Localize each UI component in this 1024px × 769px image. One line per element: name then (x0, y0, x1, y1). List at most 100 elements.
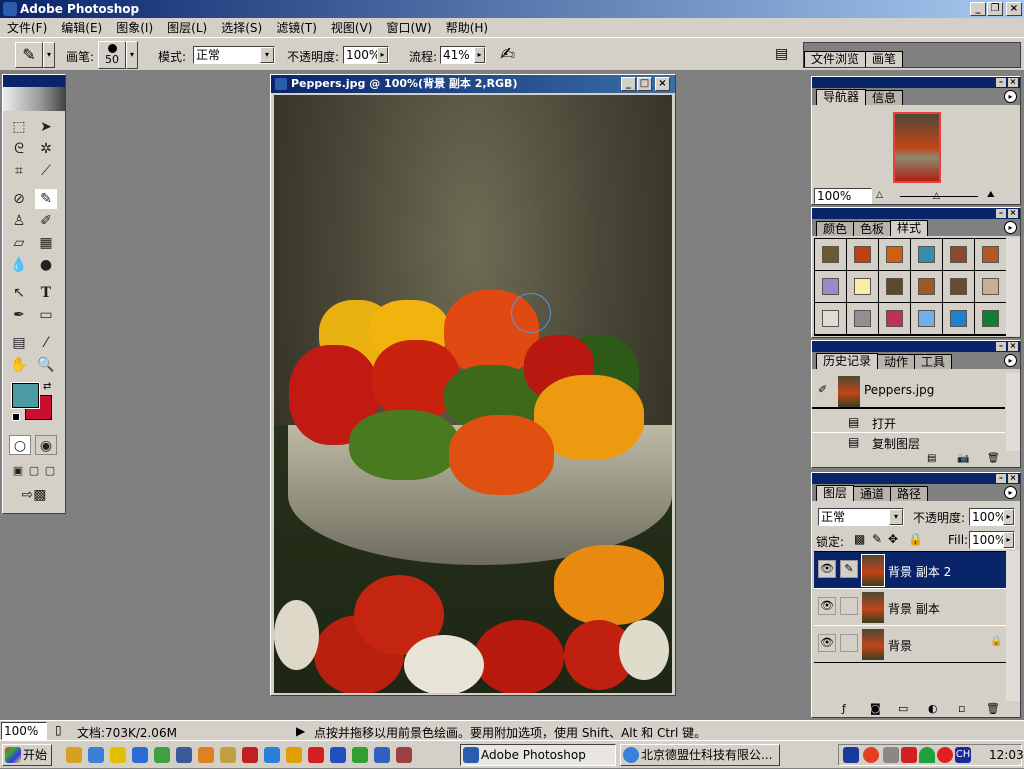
menu-help[interactable]: 帮助(H) (439, 19, 495, 36)
style-swatch[interactable] (975, 239, 1006, 270)
tab-channels[interactable]: 通道 (853, 486, 892, 501)
lock-transparency-icon[interactable]: ▩ (854, 532, 865, 546)
tab-color[interactable]: 颜色 (816, 221, 855, 236)
tab-layers[interactable]: 图层 (816, 485, 855, 501)
toolbox-header[interactable] (3, 75, 65, 87)
history-snapshot[interactable]: ✐ Peppers.jpg (812, 373, 1005, 409)
brush-dropdown[interactable]: ▾ (126, 41, 138, 69)
doc-close-button[interactable]: × (655, 77, 670, 91)
doc-maximize-button[interactable]: □ (637, 77, 652, 91)
history-item[interactable]: ▤ 打开 (812, 413, 1005, 433)
crop-tool-icon[interactable]: ⌗ (8, 161, 30, 181)
tool-preset-dropdown[interactable]: ▾ (43, 42, 55, 68)
tab-actions[interactable]: 动作 (877, 354, 916, 369)
hand-tool-icon[interactable]: ✋ (8, 355, 30, 375)
tab-swatches[interactable]: 色板 (853, 221, 892, 236)
blend-mode-select[interactable]: 正常 ▾ (818, 508, 904, 526)
panel-close-button[interactable]: × (1008, 78, 1018, 87)
quick-launch-icon[interactable] (132, 747, 148, 763)
quick-launch-icon[interactable] (330, 747, 346, 763)
task-photoshop[interactable]: Adobe Photoshop (460, 744, 616, 766)
doc-info[interactable]: 文档:703K/2.06M (77, 724, 177, 741)
zoom-out-icon[interactable]: △ (876, 190, 883, 200)
adjustment-layer-icon[interactable]: ◐ (928, 702, 938, 715)
eraser-tool-icon[interactable]: ▱ (8, 233, 30, 253)
quick-launch-icon[interactable] (88, 747, 104, 763)
doc-minimize-button[interactable]: _ (621, 77, 636, 91)
quick-launch-icon[interactable] (286, 747, 302, 763)
quick-launch-icon[interactable] (264, 747, 280, 763)
healing-brush-icon[interactable]: ⊘ (8, 189, 30, 209)
menu-view[interactable]: 视图(V) (324, 19, 380, 36)
zoom-slider-handle[interactable]: △ (933, 191, 940, 201)
zoom-tool-icon[interactable]: 🔍 (35, 355, 57, 375)
menu-layer[interactable]: 图层(L) (160, 19, 214, 36)
new-document-icon[interactable]: ▤ (927, 453, 936, 464)
tray-app-icon[interactable] (937, 747, 953, 763)
path-selection-icon[interactable]: ↖ (8, 283, 30, 303)
swap-colors-icon[interactable]: ⇄ (43, 381, 51, 392)
fill-input[interactable]: 100% ▸ (969, 531, 1015, 549)
style-swatch[interactable] (943, 239, 974, 270)
layer-name[interactable]: 背景 副本 2 (888, 563, 951, 580)
quick-launch-icon[interactable] (396, 747, 412, 763)
zoom-in-icon[interactable]: ⛰ (987, 190, 995, 200)
type-tool-icon[interactable]: T (35, 283, 57, 303)
panel-menu-button[interactable]: ▸ (1004, 486, 1017, 499)
new-layer-icon[interactable]: ▫ (958, 702, 965, 715)
layer-style-icon[interactable]: ƒ (842, 702, 846, 715)
style-swatch[interactable] (847, 239, 878, 270)
style-swatch[interactable] (943, 303, 974, 334)
quick-launch-icon[interactable] (308, 747, 324, 763)
tab-info[interactable]: 信息 (865, 90, 904, 105)
history-brush-icon[interactable]: ✐ (35, 211, 57, 231)
minimize-button[interactable]: _ (970, 2, 986, 16)
style-swatch[interactable] (815, 239, 846, 270)
brush-tool-preset-button[interactable]: ✎ (15, 42, 43, 68)
history-item[interactable]: ▤ 复制图层 (812, 433, 1005, 453)
tray-umbrella-icon[interactable] (919, 747, 935, 763)
restore-button[interactable]: ❐ (987, 2, 1003, 16)
menu-file[interactable]: 文件(F) (0, 19, 54, 36)
jump-to-imageready-icon[interactable]: ⇨▩ (11, 485, 57, 505)
style-swatch[interactable] (911, 303, 942, 334)
status-menu-arrow-icon[interactable]: ▶ (296, 724, 305, 738)
visibility-eye-icon[interactable]: 👁 (818, 560, 836, 578)
opacity-input[interactable]: 100% ▸ (343, 46, 389, 64)
document-title-bar[interactable]: Peppers.jpg @ 100%(背景 副本 2,RGB) _ □ × (271, 75, 675, 93)
style-swatch[interactable] (879, 271, 910, 302)
style-swatch[interactable] (879, 303, 910, 334)
palette-well-icon[interactable]: ▤ (775, 46, 788, 62)
panel-minimize-button[interactable]: – (996, 209, 1006, 218)
notes-tool-icon[interactable]: ▤ (8, 333, 30, 353)
quick-launch-icon[interactable] (242, 747, 258, 763)
history-scrollbar[interactable] (1006, 373, 1020, 451)
panel-close-button[interactable]: × (1008, 474, 1018, 483)
panel-minimize-button[interactable]: – (996, 474, 1006, 483)
navigator-thumbnail[interactable] (893, 112, 941, 183)
quick-launch-icon[interactable] (154, 747, 170, 763)
tab-tools[interactable]: 工具 (914, 354, 953, 369)
tab-navigator[interactable]: 导航器 (816, 89, 867, 105)
visibility-eye-icon[interactable]: 👁 (818, 634, 836, 652)
layer-row-selected[interactable]: 👁 ✎ 背景 副本 2 (814, 552, 1006, 589)
dodge-tool-icon[interactable]: ● (35, 255, 57, 275)
layer-name[interactable]: 背景 副本 (888, 600, 940, 617)
layer-link-box[interactable] (840, 634, 858, 652)
close-button[interactable]: × (1006, 2, 1022, 16)
style-swatch[interactable] (911, 271, 942, 302)
move-tool-icon[interactable]: ➤ (35, 117, 57, 137)
style-swatch[interactable] (847, 303, 878, 334)
layer-row[interactable]: 👁 背景 副本 (814, 589, 1006, 626)
new-snapshot-icon[interactable]: 📷 (957, 453, 969, 464)
style-swatch[interactable] (975, 303, 1006, 334)
tray-monitor-icon[interactable] (883, 747, 899, 763)
eyedropper-icon[interactable]: ⁄ (35, 333, 57, 353)
panel-close-button[interactable]: × (1008, 209, 1018, 218)
tray-antivirus-icon[interactable] (863, 747, 879, 763)
lock-all-icon[interactable]: 🔒 (908, 532, 923, 546)
style-swatch[interactable] (847, 271, 878, 302)
standard-mode-icon[interactable]: ○ (9, 435, 31, 455)
lasso-tool-icon[interactable]: ᘓ (8, 139, 30, 159)
layer-mask-icon[interactable]: ◙ (870, 702, 881, 715)
